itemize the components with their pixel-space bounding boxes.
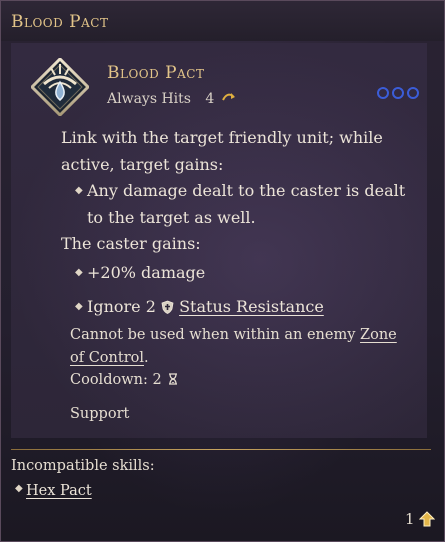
status-resistance-link[interactable]: Status Resistance [179,297,324,316]
zoc-note-text: Cannot be used when within an enemy [70,327,361,343]
shield-icon [161,300,174,314]
target-bullet-text: Any damage dealt to the caster is dealt … [87,181,406,227]
page-number: 1 [405,510,415,528]
three-rings-icon [377,87,419,99]
caster-bullet-damage: ◆ +20% damage [61,260,411,287]
caster-intro: The caster gains: [61,234,201,253]
ability-name: Blood Pact [107,63,205,83]
hex-pact-link[interactable]: Hex Pact [26,483,92,499]
description-intro: Link with the target friendly unit; whil… [61,128,383,174]
page-indicator: 1 [405,510,435,528]
tooltip-header: Blood Pact [1,1,444,41]
section-divider [11,449,431,450]
diamond-bullet-icon: ◆ [75,301,83,312]
zoc-note: Cannot be used when within an enemy Zone… [70,324,410,369]
blood-drop-eye-icon [31,58,89,116]
up-arrow-icon[interactable] [418,511,435,527]
cooldown-row: Cooldown: 2 [70,369,410,392]
hourglass-icon [169,373,178,385]
ability-tooltip: Blood Pact Blood Pact Always Hits 4 Link… [0,0,445,542]
incompatible-skill-item: ◆ Hex Pact [15,483,92,499]
zoc-note-period: . [144,349,149,366]
slot-ring [377,87,389,99]
diamond-bullet-icon: ◆ [15,483,23,494]
cooldown-text: Cooldown: 2 [70,372,162,388]
slot-ring [407,87,419,99]
slot-ring [392,87,404,99]
accuracy-label: Always Hits [107,91,191,107]
ap-cost: 4 [205,91,215,107]
diamond-bullet-icon: ◆ [75,185,83,196]
ability-notes: Cannot be used when within an enemy Zone… [70,324,410,392]
curved-arrow-icon [221,93,235,101]
ignore-amount: Ignore 2 [87,297,156,316]
caster-bullet-resistance: ◆ Ignore 2 Status Resistance [61,294,411,321]
target-bullet: ◆ Any damage dealt to the caster is deal… [61,178,411,231]
ability-meta: Always Hits 4 [107,91,236,107]
caster-bullet-damage-text: +20% damage [87,262,206,282]
caster-bullet-resistance-text: Ignore 2 Status Resistance [87,294,411,321]
ability-description: Link with the target friendly unit; whil… [61,125,411,321]
diamond-bullet-icon: ◆ [75,266,83,278]
incompatible-skills-title: Incompatible skills: [11,458,155,474]
skill-category: Support [70,406,130,422]
tooltip-title: Blood Pact [11,12,109,32]
